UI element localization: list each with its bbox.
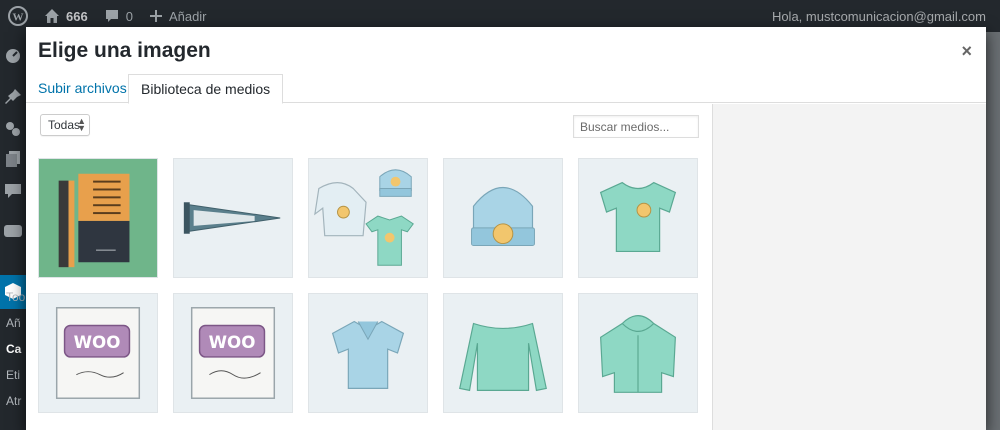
site-count: 666 <box>66 8 88 24</box>
select-arrows-icon: ▲ ▼ <box>77 116 86 133</box>
tab-upload-files[interactable]: Subir archivos <box>26 74 139 104</box>
attachment-polo[interactable] <box>308 293 428 413</box>
media-icon[interactable] <box>4 120 22 138</box>
beanie-icon <box>444 159 562 277</box>
sidebar-item-etiquetas[interactable]: Eti <box>6 368 20 382</box>
tshirt-icon <box>579 159 697 277</box>
book-cover-icon <box>39 159 157 277</box>
woo-album-icon: WOO <box>39 294 157 412</box>
close-icon[interactable]: × <box>961 41 972 62</box>
woocommerce-icon[interactable] <box>4 222 22 240</box>
pin-icon[interactable] <box>4 88 22 106</box>
pennant-icon <box>174 159 292 277</box>
tab-media-library[interactable]: Biblioteca de medios <box>128 74 284 104</box>
page-background <box>986 32 1000 430</box>
attachment-clothing-set[interactable] <box>308 158 428 278</box>
pages-icon[interactable] <box>4 150 22 168</box>
media-modal: Elige una imagen × Subir archivos Biblio… <box>26 27 986 430</box>
hoodie-icon <box>579 294 697 412</box>
attachment-beanie[interactable] <box>443 158 563 278</box>
home-icon <box>45 9 59 23</box>
plus-icon <box>149 10 162 22</box>
media-filter-select[interactable]: Todas ▲ ▼ <box>40 114 90 136</box>
attachment-long-sleeve[interactable] <box>443 293 563 413</box>
dashboard-icon[interactable] <box>4 46 22 64</box>
new-label: Añadir <box>168 8 207 24</box>
clothing-set-icon <box>309 159 427 277</box>
svg-text:WOO: WOO <box>74 332 121 352</box>
modal-title: Elige una imagen <box>38 39 211 62</box>
comments-icon[interactable] <box>4 182 22 200</box>
attachment-book[interactable] <box>38 158 158 278</box>
attachment-woo-album[interactable]: WOO <box>173 293 293 413</box>
attachment-woo-single[interactable]: WOO <box>38 293 158 413</box>
attachment-pennant[interactable] <box>173 158 293 278</box>
admin-sidebar: Too Añ Ca Eti Atr <box>0 32 26 430</box>
search-media-input[interactable] <box>573 115 699 138</box>
modal-tabs: Subir archivos Biblioteca de medios <box>26 71 986 104</box>
polo-shirt-icon <box>309 294 427 412</box>
sidebar-item-atributos[interactable]: Atr <box>6 394 21 408</box>
account-greeting[interactable]: Hola, mustcomunicacion@gmail.com <box>772 9 1000 24</box>
media-browser: Todas ▲ ▼ Buscar medios... WOO WOO <box>26 104 712 430</box>
svg-text:WOO: WOO <box>209 332 256 352</box>
svg-text:W: W <box>13 12 24 24</box>
attachment-tshirt[interactable] <box>578 158 698 278</box>
sidebar-item-todos[interactable]: Too <box>6 290 25 304</box>
attachment-details-panel <box>712 104 986 430</box>
long-sleeve-shirt-icon <box>444 294 562 412</box>
attachment-hoodie[interactable] <box>578 293 698 413</box>
filter-selected-value: Todas <box>48 118 81 132</box>
comment-count: 0 <box>125 8 133 24</box>
sidebar-item-anadir[interactable]: Añ <box>6 316 21 330</box>
woo-album-icon: WOO <box>174 294 292 412</box>
sidebar-item-categorias[interactable]: Ca <box>6 342 21 356</box>
comment-icon <box>105 10 118 22</box>
